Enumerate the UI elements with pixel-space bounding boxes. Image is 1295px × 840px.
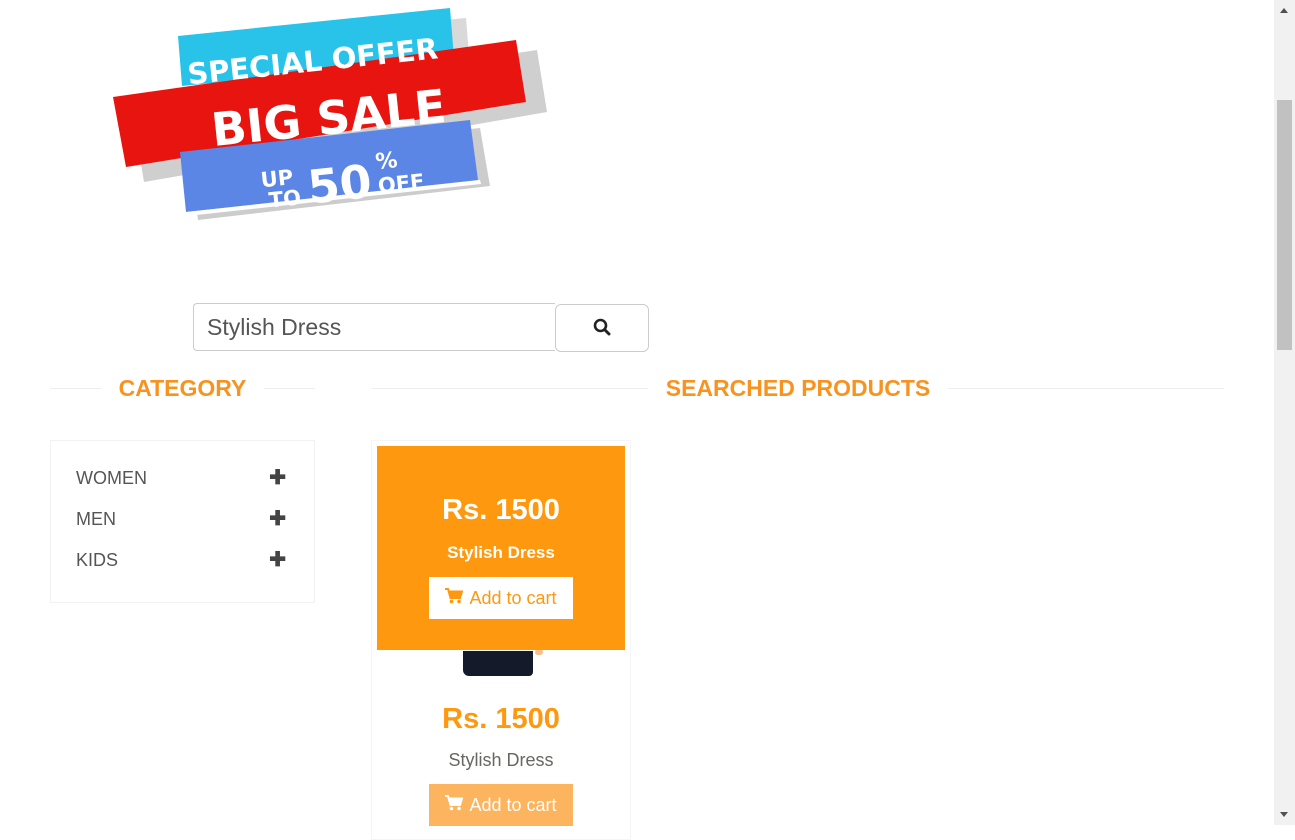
banner-fifty: 50 [305,154,374,214]
add-to-cart-label: Add to cart [469,587,557,608]
divider [372,387,648,389]
product-price: Rs. 1500 [442,703,560,735]
product-overlay: Rs. 1500 Stylish Dress Add to cart [377,446,625,650]
search-bar [193,303,649,353]
banner-percent: % [374,148,399,175]
shopping-cart-icon [445,587,464,609]
add-to-cart-label: Add to cart [469,794,557,815]
divider [948,387,1224,389]
banner-off: OFF [377,169,426,198]
divider [50,387,101,389]
category-item-kids[interactable]: KIDS ✚ [76,548,286,572]
category-panel: WOMEN ✚ MEN ✚ KIDS ✚ [50,440,315,603]
shopping-cart-icon [445,794,464,816]
overlay-price: Rs. 1500 [442,494,560,526]
category-heading: CATEGORY [50,375,315,401]
category-item-label: WOMEN [76,467,147,488]
plus-icon[interactable]: ✚ [269,509,286,529]
divider [264,387,315,389]
sale-banner: SPECIAL OFFER BIG SALE UP TO 50 % OFF [108,2,548,227]
search-input[interactable] [193,303,555,351]
scroll-down-arrow-icon[interactable] [1274,803,1295,825]
product-name: Stylish Dress [448,750,554,770]
plus-icon[interactable]: ✚ [269,468,286,488]
plus-icon[interactable]: ✚ [269,550,286,570]
category-item-men[interactable]: MEN ✚ [76,507,286,531]
overlay-add-to-cart-button[interactable]: Add to cart [429,577,573,619]
vertical-scrollbar[interactable] [1274,0,1295,825]
products-heading: SEARCHED PRODUCTS [372,375,1224,401]
category-item-women[interactable]: WOMEN ✚ [76,466,286,490]
banner-to: TO [268,185,303,212]
search-icon [593,318,611,339]
category-title: CATEGORY [118,374,247,401]
add-to-cart-button[interactable]: Add to cart [429,784,573,826]
products-title: SEARCHED PRODUCTS [665,374,931,401]
overlay-product-name: Stylish Dress [447,543,555,562]
scrollbar-thumb[interactable] [1277,100,1292,350]
category-item-label: MEN [76,508,116,529]
category-item-label: KIDS [76,549,119,570]
scroll-up-arrow-icon[interactable] [1274,0,1295,22]
search-button[interactable] [555,304,649,352]
product-card: Rs. 1500 Stylish Dress Add to cart Rs. 1… [371,440,631,840]
dress-image [463,651,533,676]
